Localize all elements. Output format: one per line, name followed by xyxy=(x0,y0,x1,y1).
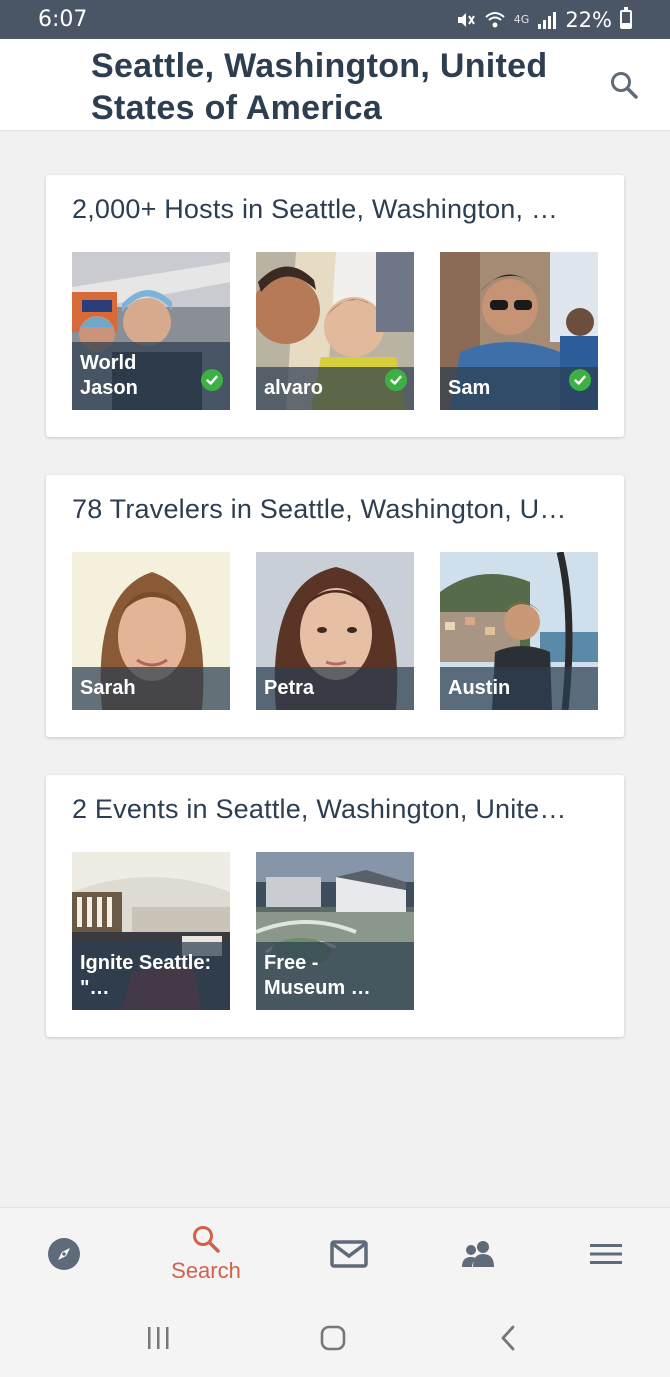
back-icon xyxy=(501,1325,515,1351)
verified-check-icon xyxy=(201,369,223,391)
search-icon xyxy=(193,1226,220,1253)
recent-apps-icon xyxy=(148,1327,169,1349)
host-tile[interactable]: alvaro xyxy=(256,252,414,410)
system-nav-bar xyxy=(0,1299,670,1377)
search-button[interactable] xyxy=(606,67,642,103)
signal-icon xyxy=(538,11,557,29)
mail-icon xyxy=(330,1240,368,1268)
host-tile[interactable]: Sam xyxy=(440,252,598,410)
status-icons: 4G 22% xyxy=(454,7,632,32)
battery-icon xyxy=(620,7,632,29)
traveler-name: Austin xyxy=(448,676,511,699)
battery-percent: 22% xyxy=(565,7,612,32)
hosts-section-title: 2,000+ Hosts in Seattle, Washington, … xyxy=(72,194,559,224)
recent-apps-button[interactable] xyxy=(138,1323,178,1353)
events-card[interactable]: 2 Events in Seattle, Washington, Unite… … xyxy=(46,775,624,1037)
page-title: Seattle, Washington, United States of Am… xyxy=(91,47,548,127)
traveler-tile[interactable]: Sarah xyxy=(72,552,230,710)
traveler-tile[interactable]: Petra xyxy=(256,552,414,710)
events-section-title: 2 Events in Seattle, Washington, Unite… xyxy=(72,794,567,824)
traveler-tile[interactable]: Austin xyxy=(440,552,598,710)
traveler-name-band: Petra xyxy=(256,667,414,710)
event-name-band: Ignite Seattle: "… xyxy=(72,942,230,1010)
status-bar: 6:07 4G 22% xyxy=(0,0,670,39)
event-tile[interactable]: Ignite Seattle: "… xyxy=(72,852,230,1010)
app-header: Seattle, Washington, United States of Am… xyxy=(0,39,670,131)
travelers-card[interactable]: 78 Travelers in Seattle, Washington, U… … xyxy=(46,475,624,737)
nav-explore[interactable] xyxy=(14,1208,114,1300)
network-type: 4G xyxy=(513,13,530,26)
host-name: alvaro xyxy=(264,376,323,399)
wifi-icon xyxy=(485,11,505,27)
nav-search[interactable]: Search xyxy=(156,1208,256,1300)
verified-check-icon xyxy=(385,369,407,391)
traveler-name: Sarah xyxy=(80,676,136,699)
event-tile[interactable]: Free - Museum … xyxy=(256,852,414,1010)
people-icon xyxy=(462,1241,494,1267)
nav-messages[interactable] xyxy=(299,1208,399,1300)
hosts-card[interactable]: 2,000+ Hosts in Seattle, Washington, … W… xyxy=(46,175,624,437)
home-button[interactable] xyxy=(313,1323,353,1353)
event-name: Ignite Seattle: "… xyxy=(80,951,212,999)
travelers-section-title: 78 Travelers in Seattle, Washington, U… xyxy=(72,494,567,524)
nav-friends[interactable] xyxy=(428,1208,528,1300)
mute-icon xyxy=(457,12,475,27)
host-tile[interactable]: World Jason xyxy=(72,252,230,410)
verified-check-icon xyxy=(569,369,591,391)
event-name: Free - Museum … xyxy=(264,951,371,999)
host-name: World Jason xyxy=(80,351,138,399)
menu-icon xyxy=(590,1244,622,1264)
back-button[interactable] xyxy=(488,1323,528,1353)
traveler-name-band: Sarah xyxy=(72,667,230,710)
status-time: 6:07 xyxy=(38,7,88,32)
event-name-band: Free - Museum … xyxy=(256,942,414,1010)
traveler-name-band: Austin xyxy=(440,667,598,710)
nav-search-label: Search xyxy=(171,1258,241,1283)
host-name: Sam xyxy=(448,376,491,399)
bottom-nav: Search xyxy=(0,1207,670,1299)
nav-menu[interactable] xyxy=(556,1208,656,1300)
traveler-name: Petra xyxy=(264,676,315,699)
search-icon xyxy=(611,72,638,99)
home-icon xyxy=(320,1325,346,1351)
compass-icon xyxy=(48,1238,80,1270)
